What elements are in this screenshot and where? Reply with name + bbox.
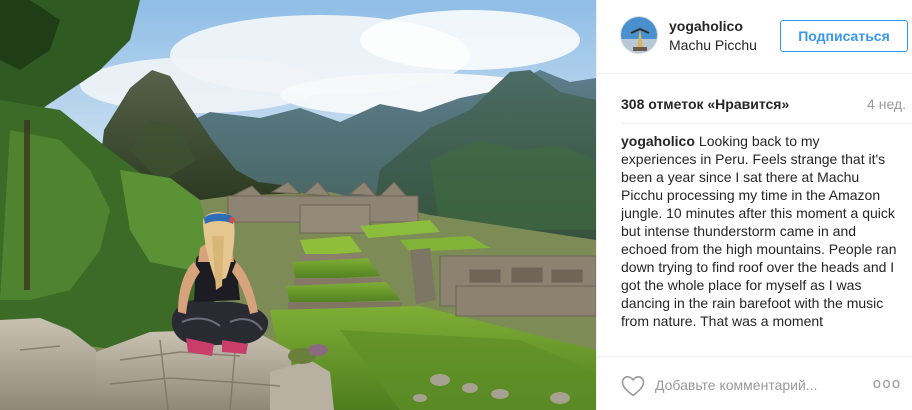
post-view: yogaholico Machu Picchu Подписаться 308 … [0, 0, 912, 410]
post-photo[interactable] [0, 0, 596, 410]
divider [621, 123, 912, 124]
heart-icon[interactable] [621, 375, 645, 397]
post-details-panel: yogaholico Machu Picchu Подписаться 308 … [596, 0, 912, 410]
avatar[interactable] [620, 16, 658, 54]
comment-bar: ooo [597, 356, 912, 410]
likes-count[interactable]: 308 отметок «Нравится» [621, 96, 789, 112]
post-time[interactable]: 4 нед. [867, 96, 906, 112]
follow-button[interactable]: Подписаться [780, 20, 908, 52]
post-header: yogaholico Machu Picchu Подписаться [597, 0, 912, 74]
caption-text: Looking back to my experiences in Peru. … [621, 133, 897, 329]
more-options-icon[interactable]: ooo [867, 370, 907, 398]
caption-username[interactable]: yogaholico [621, 133, 695, 149]
comment-input[interactable] [655, 373, 865, 397]
machu-picchu-photo [0, 0, 596, 410]
username-link[interactable]: yogaholico [669, 18, 743, 34]
location-link[interactable]: Machu Picchu [669, 37, 761, 53]
avatar-image [621, 17, 657, 53]
post-caption: yogaholico Looking back to my experiences… [621, 132, 897, 348]
